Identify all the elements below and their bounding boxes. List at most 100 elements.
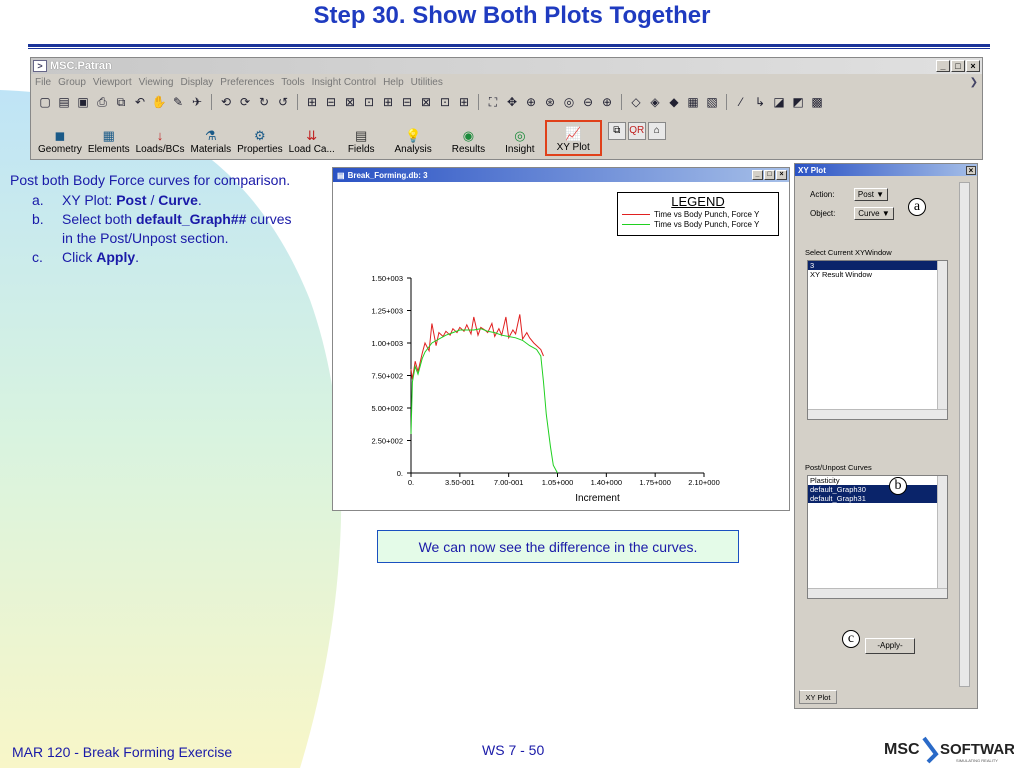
new-file-icon[interactable]: ▢ xyxy=(37,94,53,110)
app-properties-button[interactable]: ⚙ Properties xyxy=(234,120,286,156)
show-all-icon[interactable]: ▩ xyxy=(809,94,825,110)
action-dropdown[interactable]: Post ▼ xyxy=(854,188,888,201)
view-zx-icon[interactable]: ⊠ xyxy=(342,94,358,110)
xy-panel-close-button[interactable]: × xyxy=(966,165,976,175)
minimize-button[interactable]: _ xyxy=(936,60,950,72)
menu-utilities[interactable]: Utilities xyxy=(411,77,443,88)
view-iso6-icon[interactable]: ⊞ xyxy=(456,94,472,110)
curve-list[interactable]: Plasticity default_Graph30 default_Graph… xyxy=(807,475,948,599)
object-dropdown[interactable]: Curve ▼ xyxy=(854,207,894,220)
app-materials-button[interactable]: ⚗ Materials xyxy=(188,120,235,156)
reset-graphics-icon[interactable]: ↳ xyxy=(752,94,768,110)
app-results-button[interactable]: ◉ Results xyxy=(442,120,495,156)
view-iso2-icon[interactable]: ⊞ xyxy=(380,94,396,110)
app-insight-button[interactable]: ◎ Insight xyxy=(495,120,544,156)
app-analysis-button[interactable]: 💡 Analysis xyxy=(385,120,442,156)
plot-erase-icon[interactable]: ⁄ xyxy=(733,94,749,110)
rotate-center-icon[interactable]: ⊛ xyxy=(542,94,558,110)
copy-icon[interactable]: ⧉ xyxy=(113,94,129,110)
xy-window-list[interactable]: 3 XY Result Window xyxy=(807,260,948,420)
pan-icon[interactable]: ✥ xyxy=(504,94,520,110)
hidden-line-icon[interactable]: ◈ xyxy=(647,94,663,110)
view-iso4-icon[interactable]: ⊠ xyxy=(418,94,434,110)
vertical-scrollbar[interactable] xyxy=(937,476,947,588)
plot-maximize-button[interactable]: □ xyxy=(764,170,775,180)
horizontal-scrollbar[interactable] xyxy=(808,409,947,419)
list-item[interactable]: default_Graph30 xyxy=(808,485,947,494)
fit-view-icon[interactable]: ⛶ xyxy=(485,94,501,110)
labels-off-icon[interactable]: ▧ xyxy=(704,94,720,110)
panel-scrollbar[interactable] xyxy=(959,182,970,687)
x-tick-label: 1.75+000 xyxy=(639,478,671,487)
instructions-intro: Post both Body Force curves for comparis… xyxy=(10,172,291,188)
app-geometry-button[interactable]: ◼ Geometry xyxy=(35,120,85,156)
zoom-window-icon[interactable]: ◎ xyxy=(561,94,577,110)
menu-help[interactable]: Help xyxy=(383,77,404,88)
view-xy-icon[interactable]: ⊞ xyxy=(304,94,320,110)
view-iso3-icon[interactable]: ⊟ xyxy=(399,94,415,110)
menu-viewport[interactable]: Viewport xyxy=(93,77,132,88)
home-icon[interactable]: ⌂ xyxy=(647,122,666,140)
rotate-view-icon[interactable]: ↺ xyxy=(275,94,291,110)
query-tool-icon[interactable]: QR xyxy=(627,122,646,140)
stop-hand-icon[interactable]: ✋ xyxy=(151,94,167,110)
legend-entry: Time vs Body Punch, Force Y xyxy=(618,219,778,229)
tab-xy-plot[interactable]: XY Plot xyxy=(799,690,837,704)
msc-software-logo: MSC SOFTWARE SIMULATING REALITY xyxy=(884,736,1014,764)
app-fields-button[interactable]: ▤ Fields xyxy=(338,120,385,156)
brush-icon[interactable]: ✎ xyxy=(170,94,186,110)
rotate-icon[interactable]: ⟲ xyxy=(218,94,234,110)
menu-group[interactable]: Group xyxy=(58,77,86,88)
app-loads-bcs-button[interactable]: ↓ Loads/BCs xyxy=(133,120,188,156)
x-tick-label: 2.10+000 xyxy=(688,478,720,487)
menu-preferences[interactable]: Preferences xyxy=(220,77,274,88)
list-item[interactable]: default_Graph31 xyxy=(808,494,947,503)
horizontal-scrollbar[interactable] xyxy=(808,588,947,598)
maximize-button[interactable]: □ xyxy=(951,60,965,72)
chart-legend: LEGEND Time vs Body Punch, Force Y Time … xyxy=(617,192,779,236)
xy-plot-panel: XY Plot × Action: Post ▼ Object: Curve ▼… xyxy=(794,163,978,709)
print-icon[interactable]: ⎙ xyxy=(94,94,110,110)
menu-display[interactable]: Display xyxy=(181,77,214,88)
view-iso5-icon[interactable]: ⊡ xyxy=(437,94,453,110)
menu-insight-control[interactable]: Insight Control xyxy=(312,77,376,88)
list-item[interactable]: Plasticity xyxy=(808,476,947,485)
open-file-icon[interactable]: ▤ xyxy=(56,94,72,110)
list-item[interactable]: 3 xyxy=(808,261,947,270)
insight-icon: ◎ xyxy=(514,128,526,143)
cursor-tool-icon[interactable]: ⧉ xyxy=(607,122,626,140)
instruction-step: a. XY Plot: Post / Curve. xyxy=(32,192,202,208)
menu-tools[interactable]: Tools xyxy=(281,77,304,88)
undo-icon[interactable]: ↶ xyxy=(132,94,148,110)
menu-file[interactable]: File xyxy=(35,77,51,88)
svg-text:SOFTWARE: SOFTWARE xyxy=(940,741,1014,758)
center-icon[interactable]: ⊕ xyxy=(523,94,539,110)
app-load-cases-button[interactable]: ⇊ Load Ca... xyxy=(286,120,338,156)
rebuild-icon[interactable]: ✈ xyxy=(189,94,205,110)
view-iso1-icon[interactable]: ⊡ xyxy=(361,94,377,110)
rotate-y-icon[interactable]: ⟳ xyxy=(237,94,253,110)
plot-minimize-button[interactable]: _ xyxy=(752,170,763,180)
app-xy-plot-button[interactable]: 📈 XY Plot xyxy=(544,120,602,156)
zoom-out-icon[interactable]: ⊖ xyxy=(580,94,596,110)
apply-button[interactable]: -Apply- xyxy=(865,638,915,654)
zoom-in-icon[interactable]: ⊕ xyxy=(599,94,615,110)
close-button[interactable]: × xyxy=(966,60,980,72)
erase-all-icon[interactable]: ◩ xyxy=(790,94,806,110)
refresh-icon[interactable]: ◪ xyxy=(771,94,787,110)
load-arrow-icon: ↓ xyxy=(156,128,164,143)
menu-viewing[interactable]: Viewing xyxy=(139,77,174,88)
shaded-icon[interactable]: ◆ xyxy=(666,94,682,110)
vertical-scrollbar[interactable] xyxy=(937,261,947,409)
results-icon: ◉ xyxy=(462,128,475,143)
callout-note: We can now see the difference in the cur… xyxy=(377,530,739,563)
wireframe-icon[interactable]: ◇ xyxy=(628,94,644,110)
rotate-z-icon[interactable]: ↻ xyxy=(256,94,272,110)
labels-on-icon[interactable]: ▦ xyxy=(685,94,701,110)
view-yz-icon[interactable]: ⊟ xyxy=(323,94,339,110)
save-icon[interactable]: ▣ xyxy=(75,94,91,110)
plot-close-button[interactable]: × xyxy=(776,170,787,180)
list-item[interactable]: XY Result Window xyxy=(808,270,947,279)
app-elements-button[interactable]: ▦ Elements xyxy=(85,120,133,156)
action-row: Action: Post ▼ xyxy=(810,188,888,201)
